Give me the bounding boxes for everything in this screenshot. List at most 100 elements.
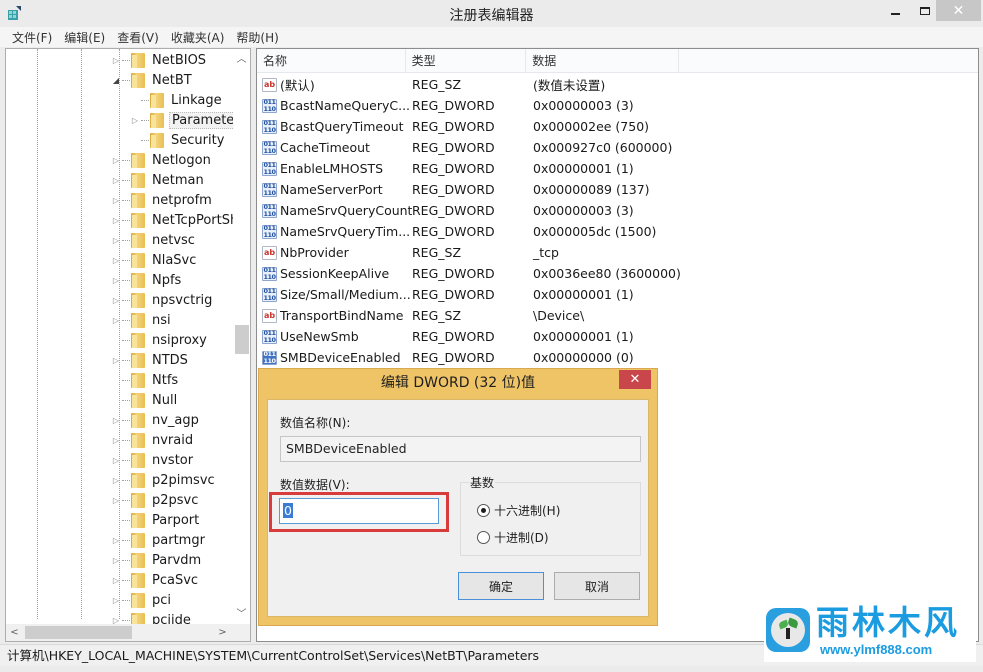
value-row[interactable]: 011 110 EnableLMHOSTS REG_DWORD 0x00000001 (…: [257, 158, 783, 179]
value-name: NameServerPort: [280, 182, 383, 197]
tree-item-label: Netlogon: [152, 152, 211, 168]
cell-name: ab (默认): [257, 75, 412, 94]
menu-view[interactable]: 查看(V): [111, 29, 165, 46]
tree-hscroll-thumb[interactable]: [25, 626, 132, 639]
tree-item[interactable]: Null: [111, 390, 179, 410]
value-row[interactable]: ab NbProvider REG_SZ _tcp: [257, 242, 783, 263]
radio-hexadecimal[interactable]: 十六进制(H): [477, 502, 560, 519]
expand-arrow-icon[interactable]: ▷: [111, 455, 121, 465]
value-name: CacheTimeout: [280, 140, 370, 155]
expand-arrow-icon[interactable]: ▷: [111, 495, 121, 505]
tree-item[interactable]: ▷ Parameters: [130, 110, 250, 130]
menu-file[interactable]: 文件(F): [6, 29, 58, 46]
tree-item[interactable]: ▷ p2pimsvc: [111, 470, 217, 490]
expand-arrow-icon[interactable]: ▷: [111, 215, 121, 225]
expand-arrow-icon[interactable]: ▷: [111, 195, 121, 205]
tree-horizontal-scrollbar[interactable]: < >: [6, 624, 250, 641]
value-row[interactable]: 011 110 NameSrvQueryCount REG_DWORD 0x000000…: [257, 200, 783, 221]
value-data: 0x00000000 (0): [533, 350, 634, 365]
expand-arrow-icon[interactable]: ▷: [111, 415, 121, 425]
expand-arrow-icon[interactable]: ▷: [111, 475, 121, 485]
expand-arrow-icon[interactable]: ▷: [111, 155, 121, 165]
expand-arrow-icon[interactable]: ▷: [111, 535, 121, 545]
column-header-name[interactable]: 名称: [257, 49, 406, 73]
tree-item[interactable]: ▷ Parvdm: [111, 550, 203, 570]
value-row[interactable]: 011 110 BcastNameQueryC... REG_DWORD 0x00000…: [257, 95, 783, 116]
value-row[interactable]: ab TransportBindName REG_SZ \Device\: [257, 305, 783, 326]
tree-item[interactable]: Ntfs: [111, 370, 180, 390]
value-row[interactable]: 011 110 NameSrvQueryTim... REG_DWORD 0x00000…: [257, 221, 783, 242]
tree-item[interactable]: ▷ netvsc: [111, 230, 197, 250]
tree-connector-line: [122, 439, 130, 441]
expand-arrow-icon[interactable]: ▷: [111, 315, 121, 325]
value-row[interactable]: 011 110 Size/Small/Medium... REG_DWORD 0x000…: [257, 284, 783, 305]
tree-item[interactable]: Security: [130, 130, 226, 150]
tree-item[interactable]: Parport: [111, 510, 201, 530]
registry-tree[interactable]: ▷ NetBIOS ◢ NetBT Linkage ▷ Parameters Security…: [5, 48, 251, 642]
tree-item[interactable]: ▷ Npfs: [111, 270, 183, 290]
tree-item[interactable]: ▷ nvstor: [111, 450, 195, 470]
scroll-right-icon[interactable]: >: [214, 624, 231, 641]
scroll-up-icon[interactable]: ︿: [233, 49, 250, 66]
tree-item[interactable]: ▷ PcaSvc: [111, 570, 200, 590]
dialog-close-button[interactable]: ✕: [619, 370, 651, 389]
tree-item[interactable]: ▷ nsi: [111, 310, 173, 330]
ok-button[interactable]: 确定: [458, 572, 544, 600]
expand-arrow-icon[interactable]: ▷: [111, 235, 121, 245]
tree-item[interactable]: ▷ partmgr: [111, 530, 207, 550]
expand-arrow-icon[interactable]: ▷: [111, 295, 121, 305]
expand-arrow-icon[interactable]: ▷: [111, 255, 121, 265]
menu-help[interactable]: 帮助(H): [230, 29, 284, 46]
tree-item[interactable]: ▷ p2psvc: [111, 490, 200, 510]
tree-item[interactable]: ▷ nvraid: [111, 430, 195, 450]
tree-item[interactable]: ▷ Netman: [111, 170, 206, 190]
expand-arrow-icon[interactable]: ▷: [111, 555, 121, 565]
collapse-arrow-icon[interactable]: ◢: [111, 75, 121, 85]
value-row[interactable]: 011 110 SMBDeviceEnabled REG_DWORD 0x0000000…: [257, 347, 783, 368]
value-row[interactable]: ab (默认) REG_SZ (数值未设置): [257, 74, 783, 95]
cell-name: 011 110 NameServerPort: [257, 182, 412, 197]
radio-decimal[interactable]: 十进制(D): [477, 529, 549, 546]
tree-item[interactable]: ▷ NTDS: [111, 350, 190, 370]
tree-vertical-scrollbar[interactable]: ︿ ﹀: [233, 49, 250, 621]
tree-item[interactable]: Linkage: [130, 90, 224, 110]
tree-item[interactable]: ◢ NetBT: [111, 70, 194, 90]
column-header-data[interactable]: 数据: [526, 49, 679, 73]
menu-edit[interactable]: 编辑(E): [58, 29, 111, 46]
expand-arrow-icon[interactable]: ▷: [111, 355, 121, 365]
expand-arrow-icon[interactable]: ▷: [111, 55, 121, 65]
scroll-down-icon[interactable]: ﹀: [233, 604, 250, 621]
expand-arrow-icon[interactable]: ▷: [111, 175, 121, 185]
value-name-field[interactable]: SMBDeviceEnabled: [280, 436, 641, 462]
radio-unchecked-icon: [477, 531, 490, 544]
value-row[interactable]: 011 110 SessionKeepAlive REG_DWORD 0x0036ee8…: [257, 263, 783, 284]
column-header-type[interactable]: 类型: [406, 49, 527, 73]
expand-arrow-icon[interactable]: ▷: [111, 575, 121, 585]
tree-item[interactable]: ▷ npsvctrig: [111, 290, 214, 310]
tree-item[interactable]: nsiproxy: [111, 330, 209, 350]
expand-arrow-icon[interactable]: ▷: [111, 275, 121, 285]
tree-item[interactable]: ▷ NetBIOS: [111, 50, 208, 70]
menu-favorites[interactable]: 收藏夹(A): [165, 29, 231, 46]
tree-item[interactable]: ▷ netprofm: [111, 190, 214, 210]
expand-arrow-icon[interactable]: ▷: [111, 595, 121, 605]
cancel-button[interactable]: 取消: [554, 572, 640, 600]
value-row[interactable]: 011 110 BcastQueryTimeout REG_DWORD 0x000002…: [257, 116, 783, 137]
value-data-input[interactable]: 0: [279, 498, 439, 524]
expand-arrow-icon[interactable]: ▷: [111, 435, 121, 445]
binary-value-icon: 011 110: [262, 182, 277, 197]
tree-vscroll-thumb[interactable]: [235, 325, 249, 354]
expand-arrow-icon[interactable]: ▷: [130, 115, 140, 125]
tree-item[interactable]: ▷ Netlogon: [111, 150, 213, 170]
close-button[interactable]: ✕: [936, 0, 981, 21]
tree-item[interactable]: ▷ nv_agp: [111, 410, 201, 430]
tree-item-label: NlaSvc: [152, 252, 197, 268]
minimize-button[interactable]: [880, 0, 910, 21]
tree-item[interactable]: ▷ pci: [111, 590, 173, 610]
value-row[interactable]: 011 110 CacheTimeout REG_DWORD 0x000927c0 (6…: [257, 137, 783, 158]
value-row[interactable]: 011 110 UseNewSmb REG_DWORD 0x00000001 (1): [257, 326, 783, 347]
scroll-left-icon[interactable]: <: [6, 624, 23, 641]
value-row[interactable]: 011 110 NameServerPort REG_DWORD 0x00000089 …: [257, 179, 783, 200]
tree-item[interactable]: ▷ NetTcpPortSha: [111, 210, 248, 230]
tree-item[interactable]: ▷ NlaSvc: [111, 250, 198, 270]
